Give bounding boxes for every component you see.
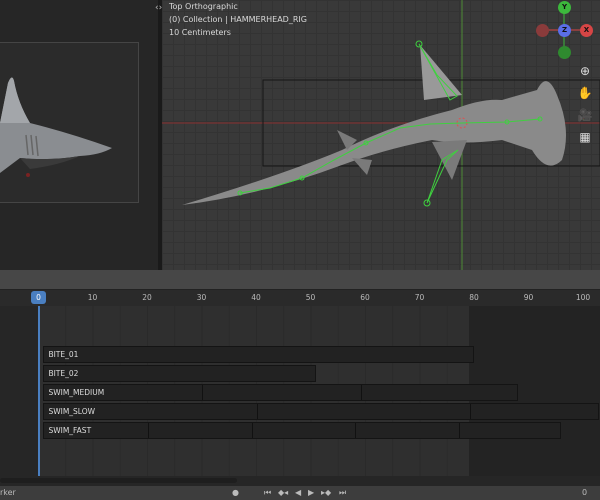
collection-label: (0) Collection | HAMMERHEAD_RIG (169, 15, 307, 24)
strip-label: BITE_01 (48, 350, 79, 359)
strip-repeat-divider (360, 385, 362, 400)
zoom-icon[interactable]: ⊕ (576, 62, 594, 80)
nla-strip[interactable]: SWIM_MEDIUM (43, 384, 518, 401)
frame-number[interactable]: 0 (582, 486, 587, 500)
nla-editor[interactable]: BITE_01 BITE_02 SWIM_MEDIUM SWIM_SLOW SWIM_F… (0, 306, 600, 476)
strip-label: BITE_02 (48, 369, 79, 378)
nla-strip[interactable]: BITE_01 (43, 346, 474, 363)
strip-repeat-divider (458, 423, 460, 438)
next-keyframe-icon[interactable]: ▸◆ (321, 486, 331, 500)
ruler-tick-label: 70 (414, 293, 425, 302)
scale-label: 10 Centimeters (169, 28, 231, 37)
strip-repeat-divider (355, 423, 357, 438)
gizmo-z-axis[interactable]: Z (558, 24, 571, 37)
shark-render-image (0, 77, 112, 177)
strip-repeat-divider (251, 423, 253, 438)
horizontal-scrollbar[interactable] (0, 476, 600, 486)
ruler-tick-label: 80 (469, 293, 479, 302)
ruler-tick-label: 30 (196, 293, 207, 302)
scrollbar-thumb[interactable] (0, 478, 237, 483)
playback-bar: rker ● ⏮ ◆◂ ◀ ▶ ▸◆ ⏭ 0 (0, 486, 600, 500)
channel-region (0, 306, 38, 476)
strip-repeat-divider (469, 404, 471, 419)
nla-strip[interactable]: SWIM_SLOW (43, 403, 600, 420)
ruler-tick-label: 40 (251, 293, 261, 302)
camera-icon[interactable]: 🎥 (576, 106, 594, 124)
gizmo-neg-x-axis[interactable] (536, 24, 549, 37)
gizmo-y-axis[interactable]: Y (558, 1, 571, 14)
nla-strip[interactable]: BITE_02 (43, 365, 316, 382)
prev-keyframe-icon[interactable]: ◆◂ (278, 486, 288, 500)
strip-label: SWIM_SLOW (48, 407, 96, 416)
strip-label: SWIM_MEDIUM (48, 388, 105, 397)
record-icon[interactable]: ● (232, 486, 239, 500)
image-preview-panel (0, 0, 158, 270)
ruler-tick-label: 90 (523, 293, 534, 302)
ruler-tick-label: 50 (305, 293, 316, 302)
nla-strip[interactable]: SWIM_FAST (43, 422, 562, 439)
3d-viewport[interactable]: Top Orthographic (0) Collection | HAMMER… (162, 0, 600, 270)
playhead-line[interactable] (38, 306, 40, 476)
ruler-tick-label: 20 (142, 293, 152, 302)
gizmo-x-axis[interactable]: X (580, 24, 593, 37)
grid-icon[interactable]: ▦ (576, 128, 594, 146)
view-name-label: Top Orthographic (169, 2, 238, 11)
ruler-tick-label: 100 (575, 293, 591, 302)
marker-menu[interactable]: rker (0, 486, 16, 500)
strip-repeat-divider (256, 404, 258, 419)
play-icon[interactable]: ▶ (308, 486, 314, 500)
play-reverse-icon[interactable]: ◀ (295, 486, 301, 500)
area-header-divider[interactable] (0, 270, 600, 290)
ruler-tick-label: 60 (360, 293, 370, 302)
gizmo-neg-y-axis[interactable] (558, 46, 571, 59)
strip-repeat-divider (202, 385, 204, 400)
strip-label: SWIM_FAST (48, 426, 92, 435)
strip-repeat-divider (147, 423, 149, 438)
frame-ruler[interactable]: 0 10 20 30 40 50 60 70 80 90 100 (0, 290, 600, 306)
ruler-tick-label: 10 (87, 293, 98, 302)
current-frame-indicator[interactable]: 0 (31, 291, 46, 304)
hand-icon[interactable]: ✋ (576, 84, 594, 102)
render-preview (0, 42, 139, 203)
jump-end-icon[interactable]: ⏭ (339, 486, 346, 500)
jump-start-icon[interactable]: ⏮ (264, 486, 271, 500)
